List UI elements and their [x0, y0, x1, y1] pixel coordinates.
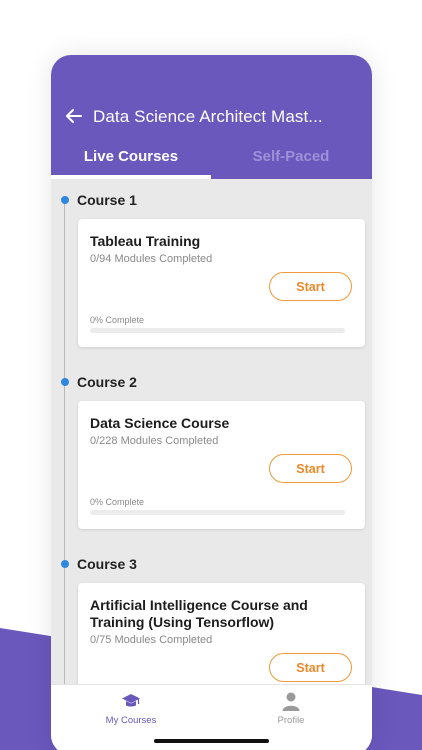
course-card[interactable]: Data Science Course 0/228 Modules Comple…: [78, 401, 365, 529]
modules-completed: 0/228 Modules Completed: [90, 435, 219, 447]
user-icon: [282, 692, 300, 711]
course-card[interactable]: Tableau Training 0/94 Modules Completed …: [78, 219, 365, 347]
nav-label: My Courses: [105, 715, 157, 726]
nav-profile[interactable]: Profile: [211, 685, 371, 737]
course-list[interactable]: Course 1 Tableau Training 0/94 Modules C…: [51, 179, 372, 684]
timeline-dot: [61, 560, 69, 568]
progress-text: 0% Complete: [90, 315, 145, 325]
tab-self-paced[interactable]: Self-Paced: [211, 148, 371, 179]
course-title: Artificial Intelligence Course and Train…: [90, 597, 308, 630]
modules-completed: 0/94 Modules Completed: [90, 253, 213, 265]
timeline-dot: [61, 378, 69, 386]
app-screen: Data Science Architect Mast... Live Cour…: [51, 55, 372, 750]
progress-text: 0% Complete: [90, 497, 145, 507]
timeline-line: [64, 201, 65, 684]
start-button[interactable]: Start: [269, 653, 352, 682]
home-indicator: [154, 739, 269, 743]
arrow-left-icon[interactable]: [65, 107, 83, 125]
course-number: Course 1: [77, 192, 137, 208]
course-number: Course 2: [77, 374, 137, 390]
course-number: Course 3: [77, 556, 137, 572]
course-card[interactable]: Artificial Intelligence Course and Train…: [78, 583, 365, 684]
graduation-cap-icon: [122, 694, 140, 707]
start-button[interactable]: Start: [269, 454, 352, 483]
start-button[interactable]: Start: [269, 272, 352, 301]
progress-bar: [90, 510, 345, 515]
course-title: Data Science Course: [90, 415, 230, 431]
modules-completed: 0/75 Modules Completed: [90, 634, 213, 646]
course-title: Tableau Training: [90, 233, 201, 249]
progress-bar: [90, 328, 345, 333]
timeline-dot: [61, 196, 69, 204]
app-header: Data Science Architect Mast... Live Cour…: [51, 55, 372, 179]
nav-my-courses[interactable]: My Courses: [51, 685, 211, 737]
nav-label: Profile: [277, 715, 305, 726]
page-title: Data Science Architect Mast...: [93, 107, 323, 126]
